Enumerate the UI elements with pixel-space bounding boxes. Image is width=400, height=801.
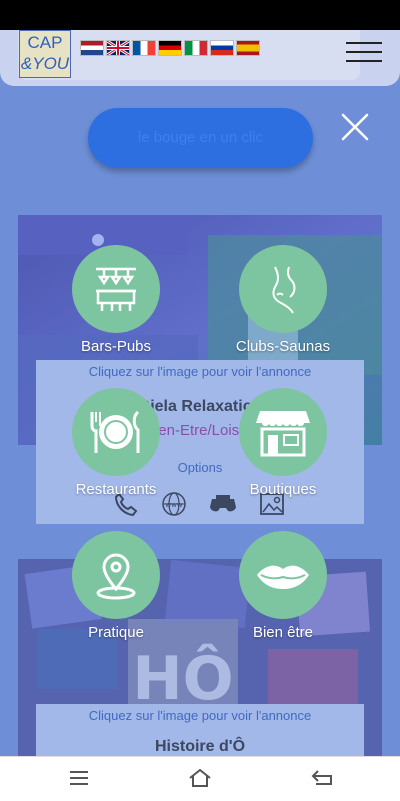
home-icon[interactable]: [187, 767, 213, 789]
category-icon-wrap[interactable]: [72, 531, 160, 619]
category-icon-wrap[interactable]: [239, 245, 327, 333]
logo-text-top: CAP: [27, 33, 63, 52]
category-label: Bien être: [252, 624, 314, 641]
language-flags: [80, 40, 260, 56]
hamburger-menu-button[interactable]: [346, 40, 382, 64]
category-label: Restaurants: [75, 481, 157, 498]
plate-cutlery-icon: [90, 410, 140, 453]
category-pratique[interactable]: Pratique: [46, 531, 186, 641]
lips-icon: [257, 565, 309, 589]
category-boutiques[interactable]: Boutiques: [213, 388, 353, 498]
cta-button[interactable]: le bouge en un clic: [88, 108, 313, 168]
category-bien-etre[interactable]: Bien être: [213, 531, 353, 641]
back-icon[interactable]: [310, 767, 336, 789]
map-pin-icon: [96, 553, 136, 600]
category-icon-wrap[interactable]: [239, 531, 327, 619]
logo-text-bottom: &YOU: [20, 54, 70, 73]
category-icon-wrap[interactable]: [72, 245, 160, 333]
category-label: Pratique: [88, 624, 144, 641]
category-clubs-saunas[interactable]: Clubs-Saunas: [213, 245, 353, 355]
close-icon[interactable]: [338, 110, 372, 144]
category-label: Bars-Pubs: [80, 338, 152, 355]
logo[interactable]: CAP &YOU: [19, 30, 71, 78]
netherlands-flag[interactable]: [80, 40, 104, 56]
category-icon-wrap[interactable]: [72, 388, 160, 476]
france-flag[interactable]: [132, 40, 156, 56]
category-icon-wrap[interactable]: [239, 388, 327, 476]
uk-flag[interactable]: [106, 40, 130, 56]
body-silhouette-icon: [272, 266, 296, 314]
category-bars-pubs[interactable]: Bars-Pubs: [46, 245, 186, 355]
recent-apps-icon[interactable]: [66, 767, 92, 789]
category-restaurants[interactable]: Restaurants: [46, 388, 186, 498]
germany-flag[interactable]: [158, 40, 182, 56]
spain-flag[interactable]: [236, 40, 260, 56]
shop-icon: [256, 411, 310, 457]
italy-flag[interactable]: [184, 40, 208, 56]
status-bar: [0, 0, 400, 30]
category-label: Boutiques: [249, 481, 317, 498]
system-nav-bar: [0, 756, 400, 801]
russia-flag[interactable]: [210, 40, 234, 56]
bar-icon: [96, 267, 136, 311]
category-label: Clubs-Saunas: [235, 338, 331, 355]
